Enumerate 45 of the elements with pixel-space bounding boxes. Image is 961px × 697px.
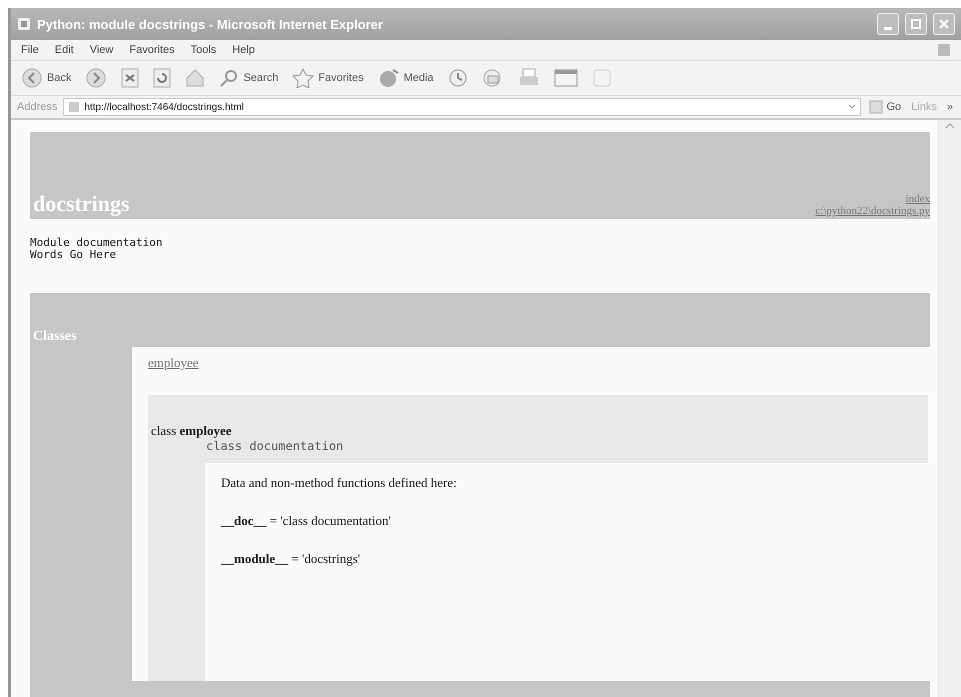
search-icon — [219, 68, 240, 88]
menu-item[interactable]: Help — [232, 44, 255, 56]
toolbar-button[interactable]: Media — [376, 66, 436, 90]
module-documentation: Module documentation Words Go Here — [30, 237, 164, 261]
star-icon — [292, 68, 314, 88]
stop-button[interactable] — [119, 66, 142, 90]
maximize-button[interactable] — [905, 13, 927, 35]
clock-icon — [448, 68, 468, 88]
data-heading: Data and non-method functions defined here: — [221, 475, 458, 491]
menu-item[interactable]: Tools — [190, 44, 216, 56]
printer-icon — [518, 68, 540, 88]
refresh-icon — [153, 68, 172, 88]
attribute-entry: __module__ = 'docstrings' — [221, 551, 362, 567]
address-label: Address — [17, 101, 58, 113]
address-field[interactable]: http://localhost:7464/docstrings.html — [63, 98, 860, 116]
house-icon — [185, 68, 206, 88]
toolbar-button[interactable]: Search — [217, 66, 280, 90]
close-icon — [939, 19, 949, 29]
scroll-up-icon — [945, 122, 955, 130]
stop-icon — [121, 68, 140, 88]
window-title: Python: module docstrings - Microsoft Internet Explorer — [37, 16, 384, 32]
toolbar-button[interactable]: Back — [19, 65, 74, 91]
attribute-entry: __doc__ = 'class documentation' — [221, 513, 392, 529]
class-link[interactable]: employee — [148, 355, 199, 370]
refresh-button[interactable] — [151, 66, 174, 90]
dropdown-caret-icon — [848, 104, 856, 110]
minimize-button[interactable] — [877, 13, 899, 35]
menu-item[interactable]: Favorites — [129, 44, 175, 56]
close-button[interactable] — [933, 13, 955, 35]
class-docstring: class documentation — [205, 439, 344, 453]
more-button[interactable]: » — [944, 99, 955, 115]
class-signature: class employee — [150, 423, 233, 439]
blank-square-icon — [592, 68, 612, 88]
section-title: Classes — [33, 329, 77, 345]
maximize-icon — [911, 19, 921, 29]
menu-item[interactable]: View — [90, 44, 114, 56]
menu-item[interactable]: File — [21, 44, 39, 56]
scrollbar[interactable] — [938, 120, 961, 697]
window-icon — [554, 68, 578, 88]
page-icon — [68, 101, 80, 113]
minimize-icon — [884, 26, 892, 30]
toolbar-button[interactable]: Favorites — [290, 66, 366, 90]
go-button[interactable]: Go — [866, 98, 904, 116]
menu-item[interactable]: Edit — [54, 44, 74, 56]
module-heading: docstrings — [33, 191, 130, 217]
